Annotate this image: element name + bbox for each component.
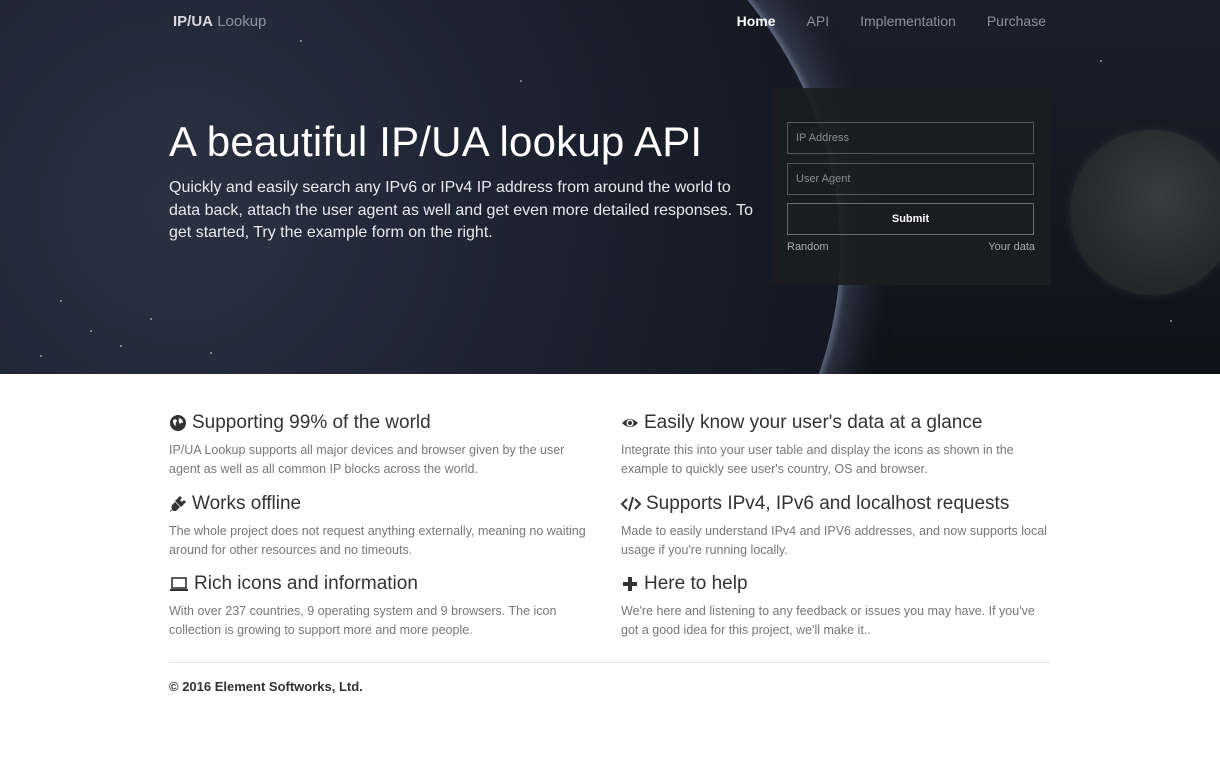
nav-implementation[interactable]: Implementation <box>860 13 956 29</box>
brand-bold: IP/UA <box>173 13 214 30</box>
feature-ip-support: Supports IPv4, IPv6 and localhost reques… <box>620 493 1051 560</box>
plug-icon <box>169 495 187 513</box>
feature-text: The whole project does not request anyth… <box>169 524 586 557</box>
nav-purchase[interactable]: Purchase <box>987 13 1046 29</box>
footer-copyright: © 2016 Element Softworks, Ltd. <box>169 679 363 694</box>
feature-offline: Works offline The whole project does not… <box>169 493 599 560</box>
feature-text: Made to easily understand IPv4 and IPV6 … <box>621 524 1047 557</box>
feature-text: We're here and listening to any feedback… <box>621 604 1035 637</box>
feature-title: Here to help <box>644 573 748 594</box>
hero-subtitle: Quickly and easily search any IPv6 or IP… <box>169 179 754 241</box>
submit-button[interactable]: Submit <box>787 203 1034 235</box>
feature-title: Supporting 99% of the world <box>192 412 431 433</box>
your-data-link[interactable]: Your data <box>988 241 1035 253</box>
feature-title: Easily know your user's data at a glance <box>644 412 983 433</box>
feature-user-data: Easily know your user's data at a glance… <box>621 412 1051 479</box>
feature-world-support: Supporting 99% of the world IP/UA Lookup… <box>169 412 599 479</box>
footer-divider <box>169 662 1050 663</box>
brand-light: Lookup <box>217 13 267 30</box>
hero-section: IP/UA Lookup Home API Implementation Pur… <box>0 0 1220 374</box>
random-link[interactable]: Random <box>787 241 829 253</box>
user-agent-input[interactable] <box>787 163 1034 195</box>
code-icon <box>620 495 642 513</box>
feature-text: IP/UA Lookup supports all major devices … <box>169 443 565 476</box>
globe-icon <box>169 414 187 432</box>
laptop-icon <box>169 575 189 593</box>
feature-title: Supports IPv4, IPv6 and localhost reques… <box>646 493 1010 514</box>
feature-title: Rich icons and information <box>194 573 418 594</box>
feature-title: Works offline <box>192 493 302 514</box>
feature-rich-icons: Rich icons and information With over 237… <box>169 573 599 640</box>
nav-home[interactable]: Home <box>737 13 776 29</box>
main-nav: Home API Implementation Purchase <box>737 13 1046 29</box>
lookup-form: Submit Random Your data <box>771 88 1051 285</box>
feature-text: Integrate this into your user table and … <box>621 443 1014 476</box>
plus-icon <box>621 575 639 593</box>
hero-title: A beautiful IP/UA lookup API <box>169 118 703 165</box>
feature-help: Here to help We're here and listening to… <box>621 573 1051 640</box>
brand-logo[interactable]: IP/UA Lookup <box>173 13 266 30</box>
nav-api[interactable]: API <box>807 13 830 29</box>
eye-icon <box>621 414 639 432</box>
ip-address-input[interactable] <box>787 122 1034 154</box>
feature-text: With over 237 countries, 9 operating sys… <box>169 604 557 637</box>
